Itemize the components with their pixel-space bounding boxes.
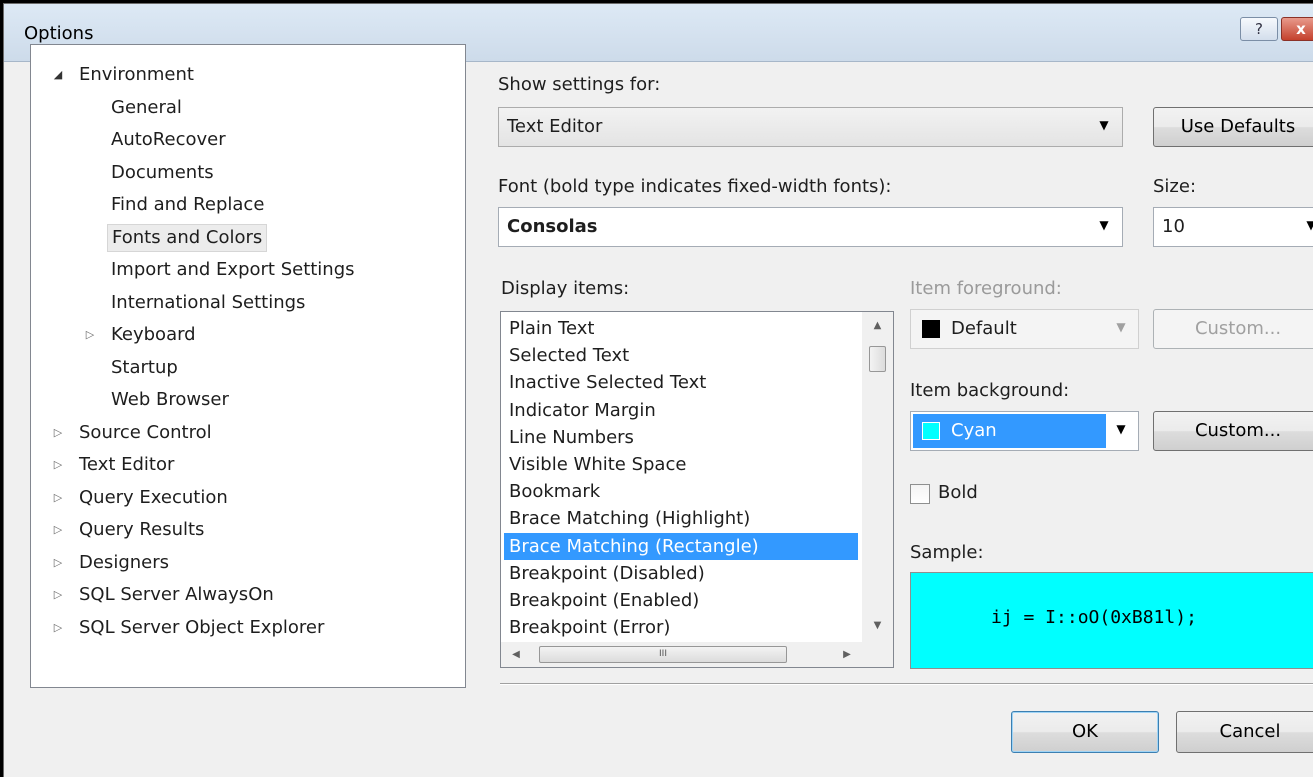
scroll-right-icon[interactable]: ▶ (832, 642, 862, 667)
bold-label: Bold (938, 482, 978, 503)
show-settings-combo[interactable]: Text Editor ▼ (498, 107, 1123, 147)
tree-item[interactable]: Documents (107, 159, 218, 187)
footer-separator (500, 683, 1313, 685)
font-value: Consolas (507, 216, 598, 237)
display-items-list[interactable]: Plain Text Selected Text Inactive Selected… (500, 311, 894, 668)
list-item[interactable]: Selected Text (504, 342, 858, 369)
scroll-down-icon[interactable]: ▼ (862, 612, 893, 640)
close-icon: x (1296, 20, 1306, 38)
size-label: Size: (1153, 176, 1197, 197)
tree-item[interactable]: SQL Server Object Explorer (75, 614, 328, 642)
expand-arrow-icon[interactable]: ▷ (51, 451, 65, 479)
expand-arrow-icon[interactable]: ▷ (83, 321, 97, 349)
tree-item[interactable]: Fonts and Colors (107, 223, 268, 252)
list-item[interactable]: Line Numbers (504, 424, 858, 451)
expand-arrow-icon[interactable]: ▷ (51, 419, 65, 447)
expand-arrow-icon[interactable]: ▷ (51, 516, 65, 544)
help-icon: ? (1255, 20, 1263, 38)
cancel-button[interactable]: Cancel (1176, 711, 1313, 753)
list-item[interactable]: Brace Matching (Highlight) (504, 505, 858, 532)
options-dialog: Options ? x ◢ Environment General AutoRecov… (3, 3, 1313, 777)
background-custom-button[interactable]: Custom... (1153, 411, 1313, 451)
show-settings-label: Show settings for: (498, 74, 661, 95)
help-button[interactable]: ? (1240, 17, 1278, 41)
sample-label: Sample: (910, 542, 984, 563)
tree-item[interactable]: Find and Replace (107, 191, 268, 219)
item-foreground-value: Default (951, 318, 1017, 339)
ok-button[interactable]: OK (1011, 711, 1159, 753)
tree-item[interactable]: Import and Export Settings (107, 256, 359, 284)
tree-item[interactable]: Source Control (75, 419, 216, 447)
font-combo[interactable]: Consolas ▼ (498, 207, 1123, 247)
list-item[interactable]: Bookmark (504, 478, 858, 505)
item-background-combo[interactable]: Cyan ▼ (910, 411, 1139, 451)
chevron-down-icon: ▼ (1116, 320, 1126, 334)
item-background-value: Cyan (951, 420, 997, 441)
use-defaults-button[interactable]: Use Defaults (1153, 107, 1313, 147)
size-value: 10 (1162, 216, 1185, 237)
tree-item[interactable]: Query Results (75, 516, 208, 544)
tree-item[interactable]: Environment (75, 61, 198, 89)
item-foreground-label: Item foreground: (910, 278, 1062, 299)
list-item[interactable]: Visible White Space (504, 451, 858, 478)
scroll-left-icon[interactable]: ◀ (501, 642, 531, 667)
display-items-label: Display items: (501, 278, 630, 299)
list-item[interactable]: Brace Matching (Rectangle) (504, 532, 858, 560)
foreground-color-swatch (922, 320, 940, 338)
scroll-thumb[interactable] (869, 346, 886, 372)
expand-arrow-icon[interactable]: ▷ (51, 614, 65, 642)
size-combo[interactable]: 10 ▼ (1153, 207, 1313, 247)
sample-text: ij = I::oO(0xB81l); (991, 607, 1197, 628)
item-background-label: Item background: (910, 380, 1070, 401)
item-foreground-combo[interactable]: Default ▼ (910, 309, 1139, 349)
list-item[interactable]: Plain Text (504, 315, 858, 342)
tree-item[interactable]: International Settings (107, 289, 309, 317)
tree-item[interactable]: Web Browser (107, 386, 233, 414)
selected-value-highlight (913, 414, 1106, 448)
tree-item[interactable]: Designers (75, 549, 173, 577)
close-button[interactable]: x (1281, 17, 1313, 41)
options-tree[interactable]: ◢ Environment General AutoRecover Documents F… (30, 44, 466, 688)
chevron-down-icon: ▼ (1304, 218, 1313, 232)
expand-arrow-icon[interactable]: ▷ (51, 484, 65, 512)
background-color-swatch (922, 422, 940, 440)
expand-arrow-icon[interactable]: ▷ (51, 549, 65, 577)
chevron-down-icon: ▼ (1099, 218, 1109, 232)
list-item[interactable]: Inactive Selected Text (504, 369, 858, 396)
list-item[interactable]: Breakpoint (Disabled) (504, 560, 858, 587)
tree-item[interactable]: AutoRecover (107, 126, 230, 154)
bold-checkbox[interactable] (910, 484, 930, 504)
vertical-scrollbar[interactable]: ▲ ▼ (862, 312, 893, 642)
hscroll-thumb[interactable]: III (539, 646, 787, 663)
sample-preview: ij = I::oO(0xB81l); (910, 572, 1313, 669)
show-settings-value: Text Editor (507, 116, 603, 137)
list-item[interactable]: Breakpoint (Error) (504, 614, 858, 641)
tree-item[interactable]: Text Editor (75, 451, 178, 479)
chevron-down-icon: ▼ (1116, 422, 1126, 436)
tree-item[interactable]: SQL Server AlwaysOn (75, 581, 278, 609)
tree-item[interactable]: Query Execution (75, 484, 232, 512)
horizontal-scrollbar[interactable]: ◀ III ▶ (501, 642, 862, 667)
collapse-arrow-icon[interactable]: ◢ (51, 61, 65, 89)
tree-item[interactable]: General (107, 94, 186, 122)
tree-item[interactable]: Keyboard (107, 321, 200, 349)
scroll-up-icon[interactable]: ▲ (862, 312, 893, 340)
foreground-custom-button[interactable]: Custom... (1153, 309, 1313, 349)
expand-arrow-icon[interactable]: ▷ (51, 581, 65, 609)
window-title: Options (24, 23, 94, 44)
list-item[interactable]: Breakpoint (Enabled) (504, 587, 858, 614)
chevron-down-icon: ▼ (1099, 118, 1109, 132)
font-label: Font (bold type indicates fixed-width fo… (498, 176, 892, 197)
scroll-corner (862, 642, 893, 667)
list-item[interactable]: Indicator Margin (504, 397, 858, 424)
tree-item[interactable]: Startup (107, 354, 182, 382)
